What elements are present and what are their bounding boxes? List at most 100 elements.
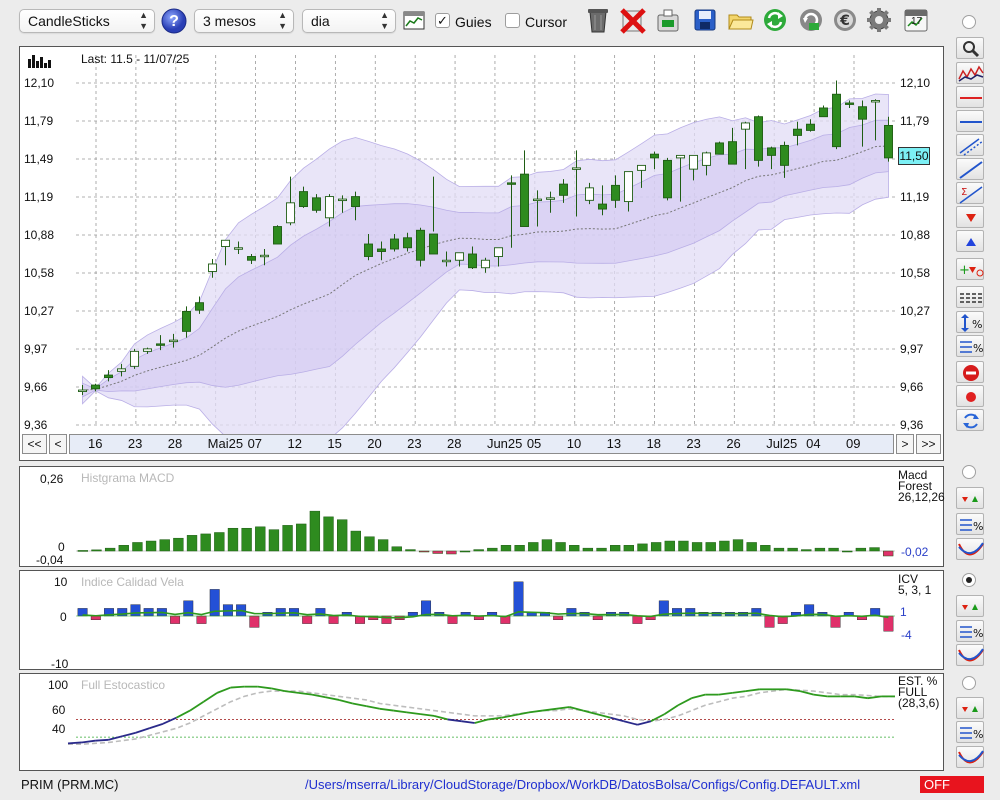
macd-bar: [418, 550, 430, 553]
stoch-k-segment: [189, 700, 205, 712]
stoch-panel-radio[interactable]: [962, 676, 976, 690]
cursor-checkbox[interactable]: [505, 13, 520, 28]
settings-icon[interactable]: [865, 6, 893, 34]
table-lines-icon[interactable]: [956, 286, 984, 308]
period-select[interactable]: 3 mesos ▲ ▼: [194, 9, 294, 33]
zoom-tool-icon[interactable]: [956, 37, 984, 59]
chart-type-select[interactable]: CandleSticks ▲ ▼: [19, 9, 155, 33]
arrow-up-blue-icon[interactable]: [956, 230, 984, 252]
reload-icon[interactable]: [797, 6, 825, 34]
config-path-link[interactable]: /Users/mserra/Library/CloudStorage/Dropb…: [305, 777, 860, 792]
band-indicator-icon[interactable]: [956, 62, 984, 84]
stoch-k-segment: [461, 720, 475, 724]
candle-body: [702, 152, 711, 166]
icv-curve-icon[interactable]: [956, 644, 984, 666]
macd-move-icon[interactable]: [956, 487, 984, 509]
stoch-k-segment: [474, 718, 489, 724]
buy-sell-markers-icon[interactable]: +: [956, 258, 984, 280]
mode-badge[interactable]: OFF: [920, 776, 984, 793]
interval-select[interactable]: dia ▲ ▼: [302, 9, 396, 33]
fibonacci-tool-icon[interactable]: Σ: [956, 182, 984, 204]
euro-icon[interactable]: €: [831, 6, 859, 34]
stoch-k-segment: [203, 692, 218, 703]
stoch-k-segment: [813, 693, 828, 698]
stoch-lines-percent-icon[interactable]: %: [956, 721, 984, 743]
candle-body: [767, 147, 776, 156]
macd-panel[interactable]: Histgrama MACD Macd Forest 26,12,26 -0,0…: [19, 466, 945, 567]
candle-body: [104, 374, 113, 379]
calendar-icon[interactable]: 17: [902, 6, 930, 34]
y-tick-label: 10,27: [24, 304, 55, 318]
candle-body: [559, 183, 568, 196]
guides-checkbox[interactable]: ✓: [435, 13, 450, 28]
stoch-panel[interactable]: Full Estocastico EST. % FULL (28,3,6) 10…: [19, 673, 944, 771]
candle-body: [351, 196, 360, 208]
candle-body: [507, 182, 516, 185]
candle-body: [221, 239, 230, 247]
horizontal-line-red-icon[interactable]: [956, 86, 984, 108]
arrow-down-red-icon[interactable]: [956, 206, 984, 228]
portfolio-icon[interactable]: [654, 6, 682, 34]
trendline-tool-icon[interactable]: [956, 158, 984, 180]
nav-last-button[interactable]: >>: [916, 434, 941, 454]
macd-panel-radio[interactable]: [962, 465, 976, 479]
macd-bar: [132, 542, 143, 552]
icv-panel-radio[interactable]: [962, 573, 976, 587]
macd-title: Histgrama MACD: [81, 471, 175, 485]
chart-window-icon[interactable]: [403, 10, 425, 32]
icv-bar: [249, 615, 260, 628]
x-tick-label: 12: [287, 436, 302, 451]
candle-body: [741, 122, 750, 130]
refresh-icon[interactable]: [761, 6, 789, 34]
save-icon[interactable]: [691, 6, 719, 34]
y-tick-label: 10,88: [24, 228, 55, 242]
x-tick-label: 26: [726, 436, 741, 451]
delete-icon[interactable]: [619, 6, 647, 34]
icv-lines-percent-icon[interactable]: %: [956, 620, 984, 642]
macd-bar: [241, 527, 252, 552]
trash-icon[interactable]: [584, 6, 612, 34]
macd-bar: [104, 547, 116, 552]
stoch-k-segment: [149, 723, 164, 730]
channel-tool-icon[interactable]: [956, 134, 984, 156]
candle-body: [377, 248, 386, 252]
y-tick-label: 11,79: [24, 114, 54, 128]
price-chart[interactable]: [20, 47, 943, 460]
price-chart-panel[interactable]: Last: 11.5 - 11/07/25 12,10 11,79 11,49 11,…: [19, 46, 944, 461]
x-tick-label: 09: [846, 436, 861, 451]
cursor-label: Cursor: [525, 14, 568, 30]
macd-lines-percent-icon[interactable]: %: [956, 513, 984, 535]
nav-prev-button[interactable]: <: [49, 434, 67, 454]
candle-body: [598, 203, 607, 210]
stoch-curve-icon[interactable]: [956, 746, 984, 768]
candle-body: [637, 164, 646, 171]
icv-move-icon[interactable]: [956, 595, 984, 617]
macd-bar: [691, 542, 703, 552]
stoch-k-segment: [67, 741, 82, 745]
macd-bar: [227, 527, 239, 552]
no-entry-icon[interactable]: [956, 361, 984, 383]
icv-bar: [751, 608, 762, 617]
open-folder-icon[interactable]: [726, 6, 754, 34]
help-icon[interactable]: ?: [160, 7, 188, 35]
lines-percent-icon[interactable]: %: [956, 335, 984, 357]
icv-ytick-top: 10: [54, 575, 68, 589]
macd-bar: [473, 549, 484, 552]
stoch-move-icon[interactable]: [956, 697, 984, 719]
swap-icon[interactable]: [956, 409, 984, 431]
record-icon[interactable]: [956, 385, 984, 407]
stoch-title: Full Estocastico: [81, 678, 166, 692]
candle-body: [182, 310, 191, 332]
macd-bar: [541, 539, 553, 552]
y-tick-label: 9,97: [900, 342, 924, 356]
nav-next-button[interactable]: >: [896, 434, 914, 454]
macd-bar: [337, 519, 348, 552]
candle-body: [91, 384, 100, 390]
macd-curve-icon[interactable]: [956, 538, 984, 560]
nav-first-button[interactable]: <<: [22, 434, 47, 454]
icv-panel[interactable]: Indice Calidad Vela ICV 5, 3, 1 1 -4 10 …: [19, 570, 944, 671]
horizontal-line-blue-icon[interactable]: [956, 110, 984, 132]
scale-percent-icon[interactable]: %: [956, 311, 984, 333]
main-panel-radio[interactable]: [962, 15, 976, 29]
y-tick-label: 9,36: [24, 418, 48, 432]
